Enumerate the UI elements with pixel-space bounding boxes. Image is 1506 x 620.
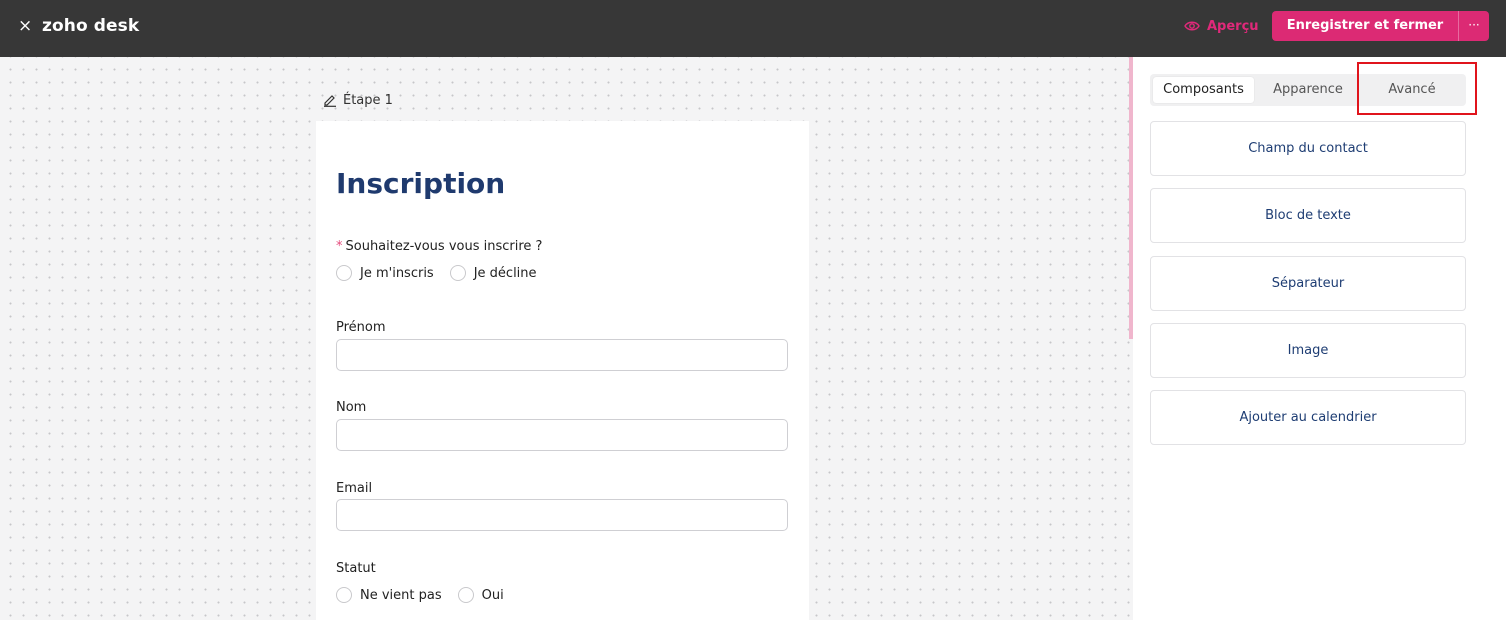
more-options-button[interactable]: ··· (1459, 11, 1489, 41)
component-text-block[interactable]: Bloc de texte (1150, 188, 1466, 243)
radio-option-signup[interactable]: Je m'inscris (336, 265, 434, 281)
component-add-to-calendar[interactable]: Ajouter au calendrier (1150, 390, 1466, 445)
signup-radio-group: Je m'inscris Je décline (336, 265, 553, 281)
pencil-icon (324, 95, 336, 107)
tab-appearance[interactable]: Apparence (1260, 77, 1356, 103)
app-title: zoho desk (42, 16, 140, 36)
radio-option-yes[interactable]: Oui (457, 587, 504, 603)
close-icon[interactable]: × (18, 14, 36, 38)
radio-label: Ne vient pas (360, 587, 442, 603)
radio-label: Oui (481, 587, 504, 603)
question-label: * Souhaitez-vous vous inscrire ? (336, 238, 542, 256)
radio-circle[interactable] (457, 587, 474, 603)
radio-circle[interactable] (449, 265, 466, 281)
required-marker: * (336, 239, 343, 254)
components-panel: Composants Apparence Avancé Champ du con… (1133, 57, 1506, 620)
firstname-label: Prénom (336, 320, 386, 335)
save-and-close-button[interactable]: Enregistrer et fermer (1272, 11, 1458, 41)
lastname-input[interactable] (336, 419, 788, 451)
tab-components[interactable]: Composants (1153, 77, 1254, 103)
radio-option-not-coming[interactable]: Ne vient pas (336, 587, 442, 603)
email-input[interactable] (336, 499, 788, 531)
radio-label: Je m'inscris (360, 265, 434, 281)
lastname-label: Nom (336, 400, 367, 415)
component-separator[interactable]: Séparateur (1150, 256, 1466, 311)
status-label: Statut (336, 561, 376, 576)
preview-label: Aperçu (1207, 18, 1259, 34)
step-label-text: Étape 1 (343, 92, 393, 108)
firstname-input[interactable] (336, 339, 788, 371)
form-card: Inscription * Souhaitez-vous vous inscrir… (316, 121, 809, 620)
radio-circle[interactable] (336, 265, 352, 281)
eye-icon (1184, 21, 1200, 31)
step-label[interactable]: Étape 1 (323, 90, 393, 110)
component-contact-field[interactable]: Champ du contact (1150, 121, 1466, 176)
top-bar: × zoho desk Aperçu Enregistrer et fermer… (0, 0, 1506, 57)
email-label: Email (336, 481, 373, 496)
radio-label: Je décline (473, 265, 537, 281)
radio-circle[interactable] (336, 587, 352, 603)
preview-button[interactable]: Aperçu (1184, 16, 1259, 36)
component-image[interactable]: Image (1150, 323, 1466, 378)
status-radio-group: Ne vient pas Oui (336, 587, 520, 603)
radio-option-decline[interactable]: Je décline (449, 265, 537, 281)
question-text: Souhaitez-vous vous inscrire ? (345, 239, 543, 254)
form-title: Inscription (336, 167, 506, 200)
advanced-tab-highlight (1357, 62, 1477, 115)
